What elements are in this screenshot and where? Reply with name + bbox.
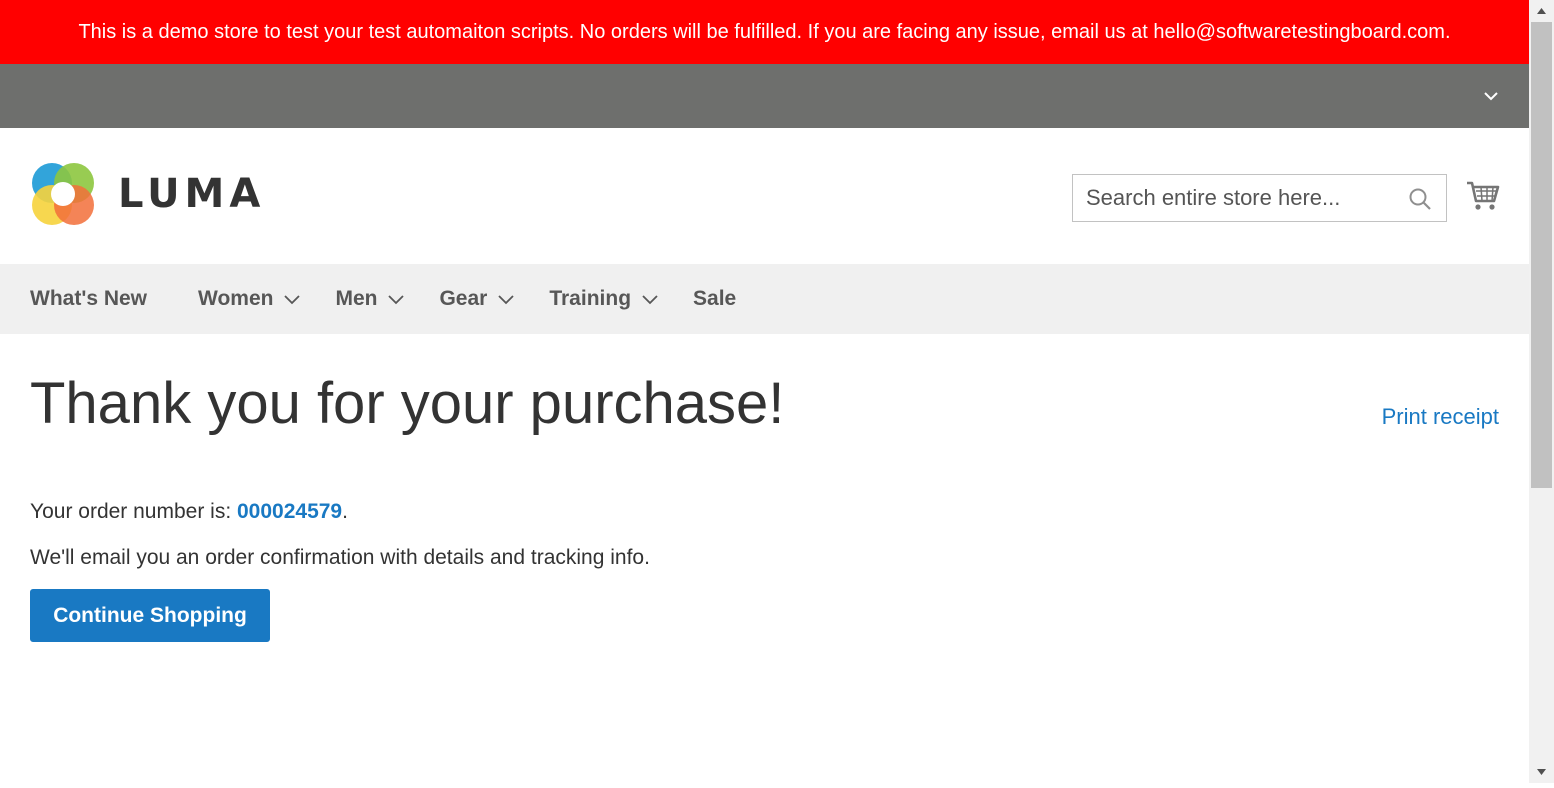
search-input[interactable] [1073, 175, 1406, 221]
nav-item-whats-new[interactable]: What's New [30, 264, 147, 334]
scrollbar-thumb[interactable] [1531, 22, 1552, 488]
scroll-up-arrow-icon[interactable] [1529, 0, 1554, 22]
top-header-bar [0, 64, 1529, 128]
order-number-prefix: Your order number is: [30, 500, 237, 523]
nav-item-label: Training [549, 287, 632, 310]
luma-logo-icon [32, 163, 94, 225]
continue-shopping-button[interactable]: Continue Shopping [30, 589, 270, 642]
nav-item-label: Sale [693, 287, 737, 310]
chevron-down-icon [387, 290, 405, 308]
nav-item-label: Gear [439, 287, 488, 310]
page-title: Thank you for your purchase! [30, 371, 785, 436]
chevron-down-icon[interactable] [1481, 86, 1501, 106]
email-confirmation-note: We'll email you an order confirmation wi… [30, 546, 650, 569]
search-box [1072, 174, 1447, 222]
search-icon[interactable] [1408, 187, 1432, 211]
nav-item-training[interactable]: Training [549, 264, 659, 334]
scroll-down-arrow-icon[interactable] [1529, 761, 1554, 783]
nav-item-men[interactable]: Men [335, 264, 405, 334]
site-header: LUMA [0, 128, 1529, 264]
demo-store-banner: This is a demo store to test your test a… [0, 0, 1529, 64]
chevron-down-icon [497, 290, 515, 308]
vertical-scrollbar[interactable] [1529, 0, 1554, 783]
order-number-suffix: . [342, 500, 348, 523]
nav-item-label: Women [198, 287, 274, 310]
nav-item-sale[interactable]: Sale [693, 264, 736, 334]
main-navigation: What's New Women Men Gear Training Sale [0, 264, 1529, 334]
chevron-down-icon [283, 290, 301, 308]
nav-item-women[interactable]: Women [198, 264, 301, 334]
print-receipt-link[interactable]: Print receipt [1382, 404, 1499, 430]
store-logo[interactable]: LUMA [30, 161, 265, 227]
order-number-line: Your order number is: 000024579. [30, 500, 348, 524]
page: This is a demo store to test your test a… [0, 0, 1529, 783]
chevron-down-icon [641, 290, 659, 308]
demo-banner-text: This is a demo store to test your test a… [78, 20, 1451, 43]
cart-icon[interactable] [1466, 178, 1500, 212]
order-number-link[interactable]: 000024579 [237, 500, 342, 523]
nav-item-gear[interactable]: Gear [439, 264, 515, 334]
logo-text: LUMA [118, 171, 266, 217]
nav-item-label: What's New [30, 287, 148, 310]
nav-item-label: Men [335, 287, 378, 310]
